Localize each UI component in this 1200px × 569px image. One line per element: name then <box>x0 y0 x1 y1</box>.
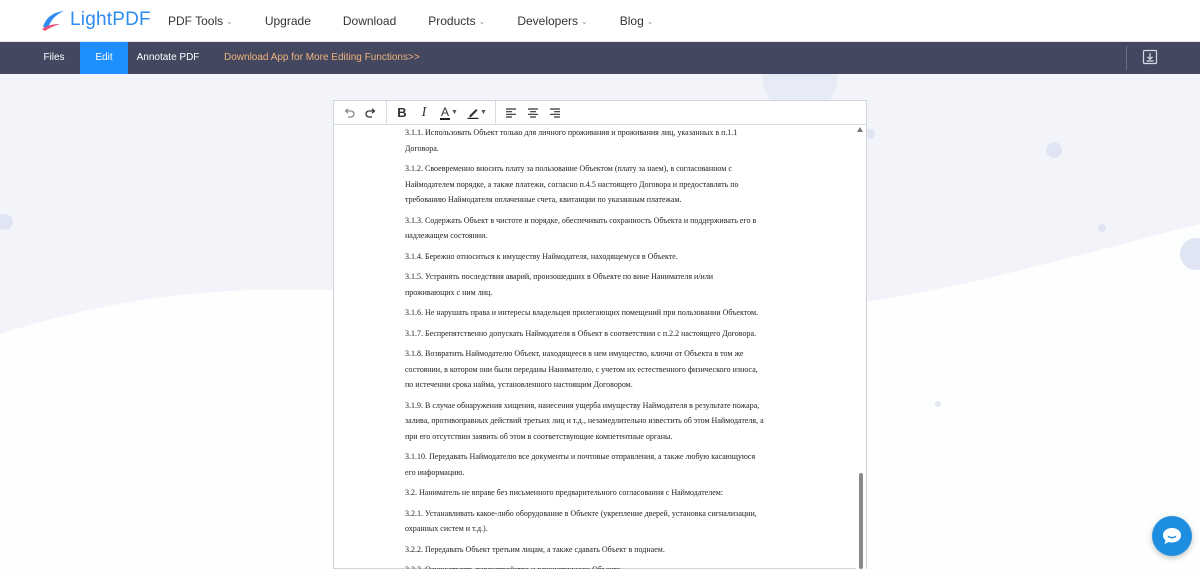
document-paragraph[interactable]: 3.1.10. Передавать Наймодателю все докум… <box>405 449 789 480</box>
paragraph-line: 3.1.7. Беспрепятственно допускать Наймод… <box>405 328 757 338</box>
document-content[interactable]: 3.1.1. Использовать Объект только для ли… <box>334 125 858 569</box>
paragraph-line: 3.2.2. Передавать Объект третьим лицам, … <box>405 544 665 554</box>
paragraph-line: 3.1.6. Не нарушать права и интересы влад… <box>405 308 759 317</box>
undo-icon <box>344 107 355 118</box>
paragraph-line: 3.2. Наниматель не вправе без письменног… <box>405 488 724 497</box>
nav-label: Upgrade <box>264 14 311 28</box>
paragraph-line: его информацию. <box>405 467 465 477</box>
nav-pdf-tools[interactable]: PDF Tools ⌄ <box>168 14 233 28</box>
paragraph-line: 3.1.1. Использовать Объект только для ли… <box>405 128 738 137</box>
chat-support-button[interactable] <box>1152 516 1192 556</box>
document-paragraph[interactable]: 3.1.7. Беспрепятственно допускать Наймод… <box>405 326 789 342</box>
scrollbar-thumb[interactable] <box>859 473 863 569</box>
document-paragraph[interactable]: 3.2.3. Осуществлять переустройство и рек… <box>405 562 789 569</box>
paragraph-line: залива, противоправных действий третьих … <box>405 416 764 425</box>
chevron-down-icon: ⌄ <box>478 16 486 26</box>
download-app-link[interactable]: Download App for More Editing Functions>… <box>224 42 420 74</box>
chevron-down-icon: ⌄ <box>581 16 588 26</box>
document-paragraph[interactable]: 3.1.5. Устранять последствия аварий, про… <box>405 269 789 300</box>
document-paragraph[interactable]: 3.2.1. Устанавливать какое-либо оборудов… <box>405 506 789 537</box>
nav-label: Download <box>342 14 397 28</box>
paragraph-line: проживающих с ним лиц. <box>405 287 493 297</box>
main-nav: PDF Tools ⌄ Upgrade Download Products ⌄ De… <box>168 0 685 42</box>
top-navigation: LightPDF PDF Tools ⌄ Upgrade Download Pro… <box>0 0 1200 42</box>
chat-icon <box>1163 528 1181 544</box>
nav-label: Blog <box>619 14 644 28</box>
tab-annotate-pdf[interactable]: Annotate PDF <box>134 42 202 74</box>
align-group <box>496 101 570 125</box>
redo-button[interactable] <box>360 102 382 124</box>
download-icon[interactable] <box>1142 49 1158 65</box>
undo-button[interactable] <box>338 102 360 124</box>
highlighter-icon <box>467 108 479 119</box>
document-paragraph[interactable]: 3.2.2. Передавать Объект третьим лицам, … <box>405 542 789 558</box>
editor-appbar: Files Edit Annotate PDF Download App for… <box>0 42 1200 74</box>
document-paragraph[interactable]: 3.2. Наниматель не вправе без письменног… <box>405 485 789 501</box>
editor-toolbar: B I A ▼ ▼ <box>334 100 866 125</box>
history-group <box>334 100 387 125</box>
document-paragraph[interactable]: 3.1.1. Использовать Объект только для ли… <box>405 125 789 156</box>
paragraph-line: по истечении срока найма, установленного… <box>405 380 633 389</box>
redo-icon <box>365 107 376 118</box>
vertical-scrollbar[interactable] <box>856 125 866 569</box>
nav-label: Developers <box>517 14 579 28</box>
italic-button[interactable]: I <box>413 102 435 124</box>
paragraph-line: охранных систем и т.д.). <box>405 524 488 533</box>
align-left-button[interactable] <box>500 102 522 124</box>
nav-download[interactable]: Download <box>343 14 396 28</box>
document-paragraph[interactable]: 3.1.2. Своевременно вносить плату за пол… <box>405 161 789 208</box>
paragraph-line: 3.1.4. Бережно относиться к имуществу На… <box>405 251 678 261</box>
paragraph-line: Договора. <box>405 143 439 153</box>
document-paragraph[interactable]: 3.1.6. Не нарушать права и интересы влад… <box>405 305 789 321</box>
bold-button[interactable]: B <box>391 102 413 124</box>
scroll-up-arrow-icon[interactable] <box>857 127 863 132</box>
align-left-icon <box>506 107 516 118</box>
chevron-down-icon: ▼ <box>480 109 487 116</box>
format-group: B I A ▼ ▼ <box>387 100 496 125</box>
paragraph-line: состоянии, в котором они были переданы Н… <box>405 364 758 374</box>
font-color-icon: A <box>440 104 451 120</box>
document-paragraph[interactable]: 3.1.8. Возвратить Наймодателю Объект, на… <box>405 346 789 393</box>
nav-developers[interactable]: Developers ⌄ <box>517 14 587 28</box>
lightpdf-logo[interactable]: LightPDF <box>40 9 151 31</box>
nav-products[interactable]: Products ⌄ <box>428 14 485 28</box>
nav-upgrade[interactable]: Upgrade <box>265 14 311 28</box>
chevron-down-icon: ⌄ <box>646 16 654 26</box>
paragraph-line: 3.2.1. Устанавливать какое-либо оборудов… <box>405 508 757 518</box>
paragraph-line: 3.2.3. Осуществлять переустройство и рек… <box>405 562 789 569</box>
paragraph-line: при его отсутствии заявить об этом в соо… <box>405 431 673 441</box>
nav-label: Products <box>428 14 476 28</box>
logo-icon <box>42 11 64 31</box>
paragraph-line: 3.1.9. В случае обнаружения хищения, нан… <box>405 400 760 410</box>
chevron-down-icon: ⌄ <box>226 16 233 26</box>
divider <box>1126 46 1127 70</box>
paragraph-line: 3.1.3. Содержать Объект в чистоте и поря… <box>405 215 757 225</box>
paragraph-line: 3.1.8. Возвратить Наймодателю Объект, на… <box>405 349 744 358</box>
align-center-icon <box>528 107 538 118</box>
paragraph-line: 3.1.2. Своевременно вносить плату за пол… <box>405 164 732 173</box>
document-editor: B I A ▼ ▼ 3.1.1. Использовать Объект толь… <box>333 100 867 569</box>
align-center-button[interactable] <box>522 102 544 124</box>
document-paragraph[interactable]: 3.1.4. Бережно относиться к имуществу На… <box>405 249 789 265</box>
nav-blog[interactable]: Blog ⌄ <box>620 14 654 28</box>
align-right-icon <box>550 107 560 118</box>
tab-edit[interactable]: Edit <box>80 42 128 74</box>
document-paragraph[interactable]: 3.1.3. Содержать Объект в чистоте и поря… <box>405 213 789 244</box>
align-right-button[interactable] <box>544 102 566 124</box>
font-color-button[interactable]: A ▼ <box>435 102 463 124</box>
paragraph-line: надлежащем состоянии. <box>405 231 488 240</box>
highlight-color-button[interactable]: ▼ <box>463 102 491 124</box>
paragraph-line: 3.1.5. Устранять последствия аварий, про… <box>405 272 714 281</box>
brand-name: LightPDF <box>70 9 151 30</box>
paragraph-line: требованию Наймодателя оплаченные счета,… <box>405 195 682 204</box>
paragraph-line: Наймодателем порядке, а также платежи, с… <box>405 179 739 189</box>
tab-files[interactable]: Files <box>34 42 74 74</box>
document-paragraph[interactable]: 3.1.9. В случае обнаружения хищения, нан… <box>405 398 789 445</box>
chevron-down-icon: ▼ <box>451 109 458 116</box>
paragraph-line: 3.1.10. Передавать Наймодателю все докум… <box>405 452 756 461</box>
nav-label: PDF Tools <box>168 14 224 28</box>
